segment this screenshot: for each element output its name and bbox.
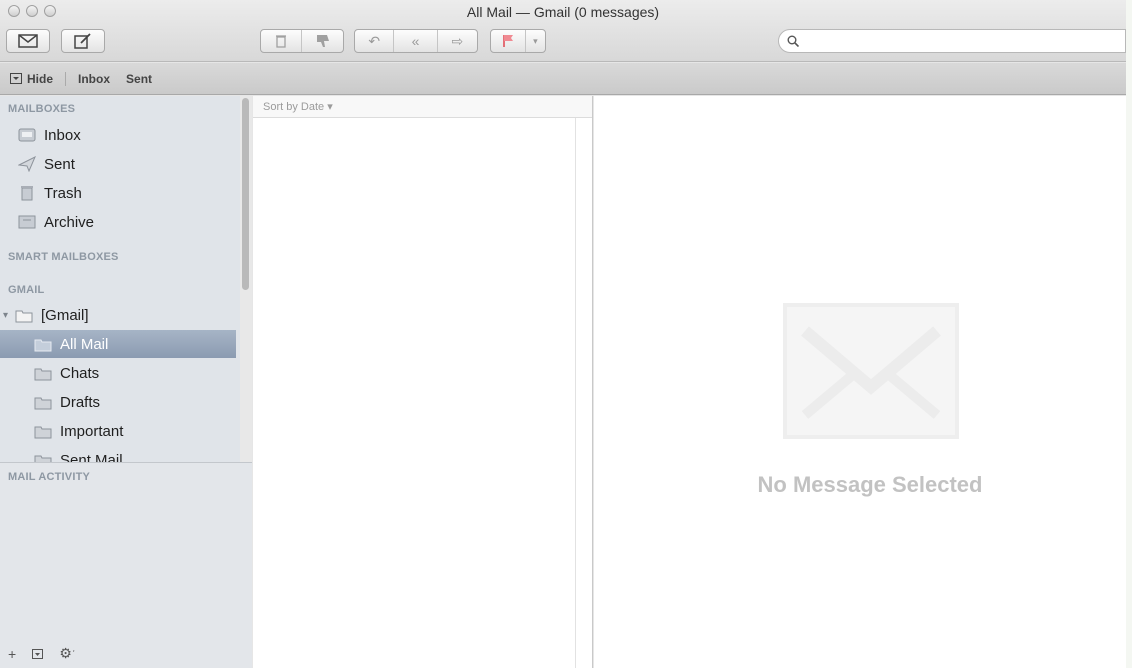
sidebar-item-label: Chats	[60, 364, 100, 382]
chevron-down-icon: ▾	[533, 35, 538, 46]
sidebar-item-all-mail[interactable]: All Mail	[0, 330, 236, 358]
favorite-sent[interactable]: Sent	[126, 72, 152, 86]
gear-icon: ⚙ˑ	[59, 645, 76, 661]
sidebar-item-trash[interactable]: Trash	[0, 179, 236, 207]
disclosure-triangle-icon[interactable]: ▾	[3, 310, 15, 321]
compose-icon	[74, 33, 91, 49]
envelope-icon	[18, 34, 38, 48]
compose-button[interactable]	[61, 29, 105, 53]
flag-group: ▾	[490, 29, 546, 53]
sidebar-item-label: Inbox	[44, 126, 81, 144]
hide-mailboxes-button[interactable]: Hide	[10, 72, 53, 86]
reply-icon: ↶	[368, 32, 381, 49]
trash-icon	[18, 185, 36, 201]
reply-all-button[interactable]: «	[394, 30, 438, 52]
sidebar-item-label: Important	[60, 422, 124, 440]
sidebar-scrollbar-thumb[interactable]	[242, 98, 249, 290]
sidebar-item-label: Archive	[44, 213, 95, 231]
search-field[interactable]	[778, 29, 1126, 53]
sent-icon	[18, 156, 36, 172]
show-activity-button[interactable]	[32, 646, 44, 662]
flag-icon	[503, 35, 513, 47]
window-title: All Mail — Gmail (0 messages)	[466, 4, 660, 20]
folder-icon	[34, 423, 52, 439]
sidebar-item-sent-mail[interactable]: Sent Mail	[0, 446, 236, 462]
add-mailbox-button[interactable]: +	[8, 646, 16, 662]
trash-icon	[276, 35, 286, 48]
search-input[interactable]	[805, 33, 1105, 49]
mailbox-sidebar: MAILBOXES Inbox Sent Trash Archive SMART…	[0, 96, 252, 668]
sidebar-item-important[interactable]: Important	[0, 417, 236, 445]
smart-mailboxes-header: SMART MAILBOXES	[8, 251, 119, 263]
folder-icon	[34, 394, 52, 410]
window-edge	[1126, 0, 1132, 668]
thumbs-down-icon	[316, 35, 329, 47]
search-icon	[787, 35, 799, 47]
reply-all-icon: «	[411, 33, 420, 49]
delete-junk-group	[260, 29, 344, 53]
reply-button[interactable]: ↶	[355, 30, 395, 52]
mailboxes-header: MAILBOXES	[8, 103, 76, 115]
sidebar-item-chats[interactable]: Chats	[0, 359, 236, 387]
hide-label: Hide	[27, 71, 54, 86]
sidebar-item-label: Trash	[44, 184, 82, 202]
sidebar-item-label: Sent Mail	[60, 451, 123, 463]
mailbox-list: MAILBOXES Inbox Sent Trash Archive SMART…	[0, 96, 240, 462]
no-message-selected-label: No Message Selected	[757, 472, 983, 497]
sidebar-item-archive[interactable]: Archive	[0, 208, 236, 236]
empty-envelope-icon	[783, 303, 959, 439]
message-list-divider	[575, 118, 576, 668]
delete-button[interactable]	[261, 30, 303, 52]
folder-icon	[34, 336, 52, 352]
folder-icon	[34, 452, 52, 462]
sidebar-toggle-icon	[32, 648, 44, 659]
reading-pane: No Message Selected	[594, 96, 1126, 668]
get-mail-button[interactable]	[6, 29, 50, 53]
sidebar-item-sent[interactable]: Sent	[0, 150, 236, 178]
sidebar-item-gmail-root[interactable]: ▾ [Gmail]	[0, 301, 236, 329]
archive-icon	[18, 214, 36, 230]
sidebar-footer: + ⚙ˑ	[8, 645, 76, 662]
action-menu-button[interactable]: ⚙ˑ	[59, 645, 75, 662]
sidebar-item-inbox[interactable]: Inbox	[0, 121, 236, 149]
sidebar-item-label: All Mail	[60, 335, 109, 353]
flag-button[interactable]	[491, 30, 526, 52]
sort-by-button[interactable]: Sort by Date ▾	[253, 96, 592, 118]
favorites-bar: Hide Inbox Sent	[0, 63, 1126, 95]
inbox-icon	[18, 127, 36, 143]
folder-icon	[34, 365, 52, 381]
sidebar-toggle-icon	[10, 73, 22, 84]
forward-button[interactable]: ⇨	[438, 30, 477, 52]
sidebar-item-drafts[interactable]: Drafts	[0, 388, 236, 416]
sidebar-item-label: Sent	[44, 155, 75, 173]
flag-menu-button[interactable]: ▾	[526, 30, 545, 52]
gmail-header: GMAIL	[8, 284, 45, 296]
sidebar-item-label: Drafts	[60, 393, 101, 411]
favorites-divider	[65, 71, 67, 86]
message-list: Sort by Date ▾	[253, 96, 593, 668]
sidebar-item-label: [Gmail]	[41, 306, 89, 324]
folder-icon	[15, 307, 33, 323]
forward-icon: ⇨	[451, 32, 464, 49]
reply-group: ↶ « ⇨	[354, 29, 478, 53]
window-titlebar: All Mail — Gmail (0 messages) ↶ « ⇨ ▾	[0, 0, 1126, 62]
mail-activity-panel: MAIL ACTIVITY + ⚙ˑ	[0, 462, 252, 668]
mail-activity-header: MAIL ACTIVITY	[8, 471, 91, 483]
junk-button[interactable]	[302, 30, 343, 52]
sidebar-scrollbar[interactable]	[240, 96, 252, 462]
favorite-inbox[interactable]: Inbox	[78, 72, 110, 86]
